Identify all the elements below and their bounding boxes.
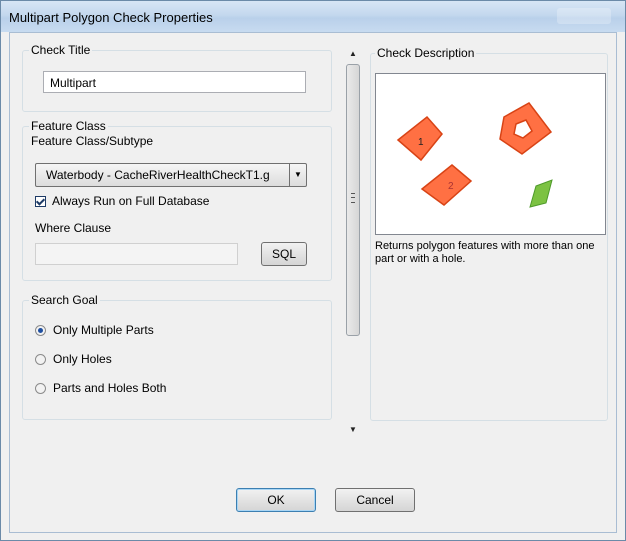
check-title-label: Check Title <box>29 43 93 57</box>
grip-icon <box>351 193 355 203</box>
feature-class-dropdown[interactable]: Waterbody - CacheRiverHealthCheckT1.g ▼ <box>35 163 307 187</box>
scroll-down-arrow-icon[interactable]: ▼ <box>344 422 362 438</box>
feature-class-selected: Waterbody - CacheRiverHealthCheckT1.g <box>46 168 270 182</box>
always-run-label: Always Run on Full Database <box>52 194 210 208</box>
part-1-label: 1 <box>418 137 424 148</box>
radio-parts-and-holes[interactable]: Parts and Holes Both <box>35 381 166 395</box>
part-2-label: 2 <box>448 181 454 192</box>
radio-unselected-icon[interactable] <box>35 353 46 365</box>
checkbox-checked-icon[interactable] <box>35 195 46 207</box>
check-description-group: Check Description 1 2 Returns polygon fe… <box>370 46 608 421</box>
feature-class-label: Feature Class <box>29 119 108 133</box>
feature-class-subtype-label: Feature Class/Subtype <box>31 134 154 148</box>
radio-label: Parts and Holes Both <box>53 381 167 395</box>
always-run-checkbox[interactable]: Always Run on Full Database <box>35 194 209 208</box>
close-button[interactable] <box>557 8 611 24</box>
radio-only-holes[interactable]: Only Holes <box>35 352 112 366</box>
sql-button[interactable]: SQL <box>261 242 307 266</box>
chevron-down-icon[interactable]: ▼ <box>289 164 306 186</box>
check-description-diagram: 1 2 <box>375 73 606 235</box>
radio-selected-icon[interactable] <box>35 324 46 336</box>
scroll-up-arrow-icon[interactable]: ▲ <box>344 46 362 62</box>
window-title: Multipart Polygon Check Properties <box>9 10 213 25</box>
radio-unselected-icon[interactable] <box>35 382 46 394</box>
check-title-input[interactable]: Multipart <box>43 71 306 93</box>
where-clause-input[interactable] <box>35 243 238 265</box>
polygon-diagram-svg: 1 2 <box>396 102 553 208</box>
search-goal-group: Search Goal Only Multiple Parts Only Hol… <box>22 293 332 420</box>
multipart-polygon-part-2 <box>420 164 473 206</box>
search-goal-label: Search Goal <box>29 293 100 307</box>
radio-label: Only Multiple Parts <box>53 323 154 337</box>
vertical-scrollbar[interactable]: ▲ ▼ <box>344 46 362 438</box>
radio-label: Only Holes <box>53 352 112 366</box>
title-bar[interactable]: Multipart Polygon Check Properties <box>1 1 625 32</box>
radio-only-multiple-parts[interactable]: Only Multiple Parts <box>35 323 154 337</box>
feature-class-group: Feature Class Feature Class/Subtype Wate… <box>22 119 332 281</box>
check-description-label: Check Description <box>375 46 477 60</box>
single-polygon-green <box>529 179 553 208</box>
dialog-content: Check Title Multipart Feature Class Feat… <box>9 32 617 533</box>
cancel-button[interactable]: Cancel <box>335 488 415 512</box>
where-clause-label: Where Clause <box>35 221 112 235</box>
check-title-group: Check Title Multipart <box>22 43 332 112</box>
polygon-with-hole <box>499 102 553 155</box>
ok-button[interactable]: OK <box>236 488 316 512</box>
check-description-text: Returns polygon features with more than … <box>375 240 595 265</box>
dialog-window: Multipart Polygon Check Properties Check… <box>0 0 626 541</box>
scrollbar-thumb[interactable] <box>346 64 360 336</box>
